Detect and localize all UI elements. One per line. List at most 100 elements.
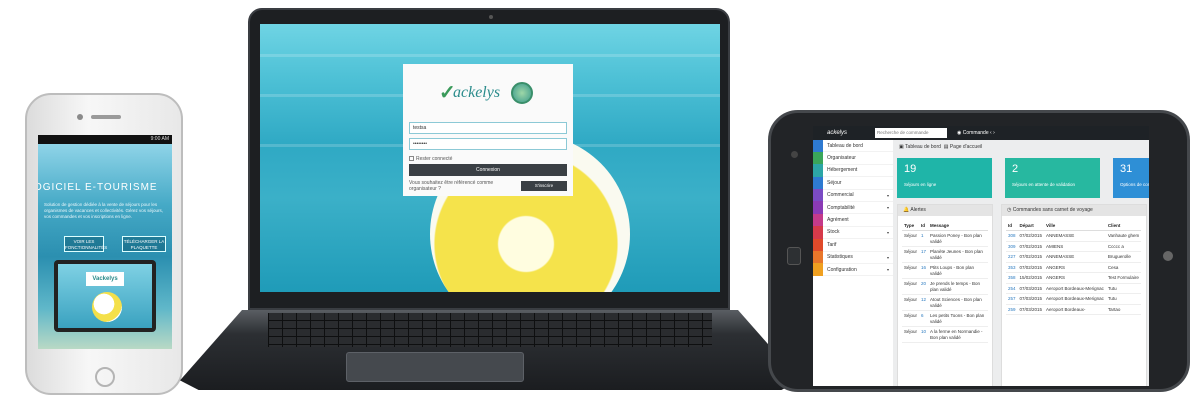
table-cell[interactable]: 308: [1006, 230, 1018, 242]
page-icon: ▤: [943, 144, 949, 150]
table-row[interactable]: Séjour 17 Planète Jeunes - Bon plan validé: [902, 246, 988, 263]
table-cell[interactable]: 353: [1006, 262, 1018, 273]
password-input[interactable]: ••••••••: [409, 138, 567, 150]
stat-card-number: 2: [1012, 163, 1019, 175]
column-header: Type: [902, 221, 920, 231]
laptop-keyboard: [268, 313, 712, 347]
sidebar-item-icon: [813, 189, 823, 202]
sidebar-item-icon: [813, 164, 823, 177]
order-search-input[interactable]: Recherche de commande: [875, 128, 947, 138]
table-row[interactable]: Séjour 12 Atout Sciences - Bon plan validé: [902, 294, 988, 311]
table-cell: 15/02/2015: [1017, 272, 1045, 284]
sidebar-item[interactable]: Agrément: [813, 213, 893, 227]
table-cell: Cesa: [1105, 262, 1142, 273]
alerts-header-row: Type Id Message: [902, 221, 988, 231]
sidebar-item-label: Séjour: [827, 179, 842, 186]
laptop-camera: [489, 15, 493, 19]
table-cell: Les petits Toons - Bon plan validé: [928, 310, 988, 327]
table-cell: 07/02/2015: [1017, 241, 1045, 252]
sidebar-item-icon: [813, 139, 823, 152]
table-cell: 07/03/2015: [1017, 304, 1045, 315]
table-row[interactable]: 259 07/03/2015 Aeroport Bordeaux- Tartao: [1006, 304, 1142, 315]
phone-home-button: [95, 367, 115, 387]
table-cell: ANNEMASSE: [1044, 230, 1106, 242]
table-row[interactable]: Séjour 6 Les petits Toons - Bon plan valid…: [902, 310, 988, 327]
table-cell[interactable]: 227: [1006, 251, 1018, 263]
command-menu[interactable]: ◉ Commande ‹ ›: [957, 130, 995, 136]
table-row[interactable]: 353 07/02/2015 ANGERS Cesa: [1006, 262, 1142, 273]
table-row[interactable]: 254 07/03/2015 Aeroport Bordeaux-Merignac T…: [1006, 283, 1142, 294]
water-ripple: [260, 54, 720, 57]
breadcrumb-dashboard[interactable]: Tableau de bord: [905, 144, 941, 150]
table-cell[interactable]: 6: [919, 310, 929, 327]
dashboard-main: ▣ Tableau de bord ▤ Page d'accueil 19 Séj…: [893, 140, 1149, 386]
phone-hero-text: Solution de gestion dédiée à la vente de…: [44, 202, 164, 219]
table-cell[interactable]: 16: [919, 262, 929, 279]
username-input[interactable]: testsa: [409, 122, 567, 134]
table-row[interactable]: 308 07/02/2015 ANNEMASSE Vanhaute ghem: [1006, 230, 1142, 242]
breadcrumb-home[interactable]: Page d'accueil: [950, 144, 982, 150]
sidebar-item[interactable]: Séjour: [813, 176, 893, 190]
sidebar-item[interactable]: Comptabilité ▾: [813, 201, 893, 215]
table-row[interactable]: 358 15/02/2015 ANGERS Test Formulaire: [1006, 272, 1142, 284]
bell-icon: 🔔: [903, 207, 910, 213]
sidebar-item[interactable]: Hébergement: [813, 164, 893, 178]
table-cell[interactable]: 257: [1006, 293, 1018, 305]
sidebar-item-icon: [813, 151, 823, 165]
sidebar-item-label: Configuration: [827, 266, 857, 273]
table-cell: Tartao: [1105, 304, 1142, 315]
table-row[interactable]: Séjour 20 Je prends le temps - Bon plan va…: [902, 278, 988, 295]
table-cell: 07/02/2015: [1017, 251, 1045, 263]
clock-icon: ◷: [1007, 207, 1012, 213]
table-cell: Aeroport Bordeaux-: [1044, 304, 1106, 315]
stat-card[interactable]: 2 Séjours en attente de validation: [1005, 158, 1100, 198]
table-cell: Séjour: [902, 294, 920, 311]
table-row[interactable]: 309 07/02/2015 AMIENS Ccccc a: [1006, 241, 1142, 252]
stat-card[interactable]: 31 Options de commande: [1113, 158, 1149, 198]
table-cell[interactable]: 20: [919, 278, 929, 295]
table-row[interactable]: 257 07/03/2015 Aeroport Bordeaux-Merignac T…: [1006, 293, 1142, 305]
register-button[interactable]: S'inscrire: [521, 181, 567, 191]
sidebar-item[interactable]: Configuration ▾: [813, 263, 893, 277]
table-cell[interactable]: 10: [919, 326, 929, 343]
sidebar-item[interactable]: Commercial ▾: [813, 189, 893, 202]
table-cell: Tutu: [1105, 283, 1142, 294]
table-row[interactable]: Séjour 16 Ptits Loups - Bon plan validé: [902, 262, 988, 279]
orders-panel: ◷ Commandes sans carnet de voyage Id Dépa…: [1001, 204, 1147, 386]
vackelys-logo: ✓ ackelys: [439, 70, 539, 112]
sidebar-item-icon: [813, 213, 823, 227]
sidebar-item[interactable]: Tarif: [813, 238, 893, 252]
stat-card[interactable]: 19 Séjours en ligne: [897, 158, 992, 198]
table-cell[interactable]: 12: [919, 294, 929, 311]
column-header: Client: [1105, 221, 1142, 231]
table-cell: Tutu: [1105, 293, 1142, 305]
table-cell[interactable]: 259: [1006, 304, 1018, 315]
sidebar-item-icon: [813, 226, 823, 239]
sidebar-item-icon: [813, 201, 823, 214]
table-cell[interactable]: 17: [919, 246, 929, 263]
remember-label: Rester connecté: [416, 156, 453, 162]
sidebar-item-label: Tarif: [827, 241, 837, 248]
table-cell[interactable]: 254: [1006, 283, 1018, 294]
sidebar-item[interactable]: Tableau de bord: [813, 139, 893, 153]
sidebar-item[interactable]: Organisateur: [813, 151, 893, 165]
sidebar-item-icon: [813, 176, 823, 190]
sidebar-item[interactable]: Stock ▾: [813, 226, 893, 240]
sidebar-item[interactable]: Statistiques ▾: [813, 251, 893, 264]
features-button[interactable]: VOIR LES FONCTIONNALITÉS: [64, 236, 107, 252]
remember-me-checkbox[interactable]: Rester connecté: [409, 156, 452, 162]
download-brochure-button[interactable]: TÉLÉCHARGER LA PLAQUETTE: [122, 236, 166, 252]
tablet-home-button: [787, 247, 801, 265]
table-cell: 07/03/2015: [1017, 293, 1045, 305]
login-button[interactable]: Connexion: [409, 164, 567, 176]
table-cell[interactable]: 309: [1006, 241, 1018, 252]
sidebar-item-label: Commercial: [827, 192, 854, 199]
table-row[interactable]: 227 07/02/2015 ANNEMASSE Bruguerolle: [1006, 251, 1142, 263]
table-row[interactable]: Séjour 10 A la ferme en Normandie - Bon pl…: [902, 326, 988, 343]
table-cell[interactable]: 1: [919, 230, 929, 247]
sidebar-item-label: Organisateur: [827, 155, 856, 162]
brand-logo[interactable]: ackelys: [813, 130, 871, 136]
table-cell[interactable]: 358: [1006, 272, 1018, 284]
orders-title: Commandes sans carnet de voyage: [1012, 207, 1093, 213]
table-row[interactable]: Séjour 1 Passion Poney - Bon plan validé: [902, 230, 988, 247]
